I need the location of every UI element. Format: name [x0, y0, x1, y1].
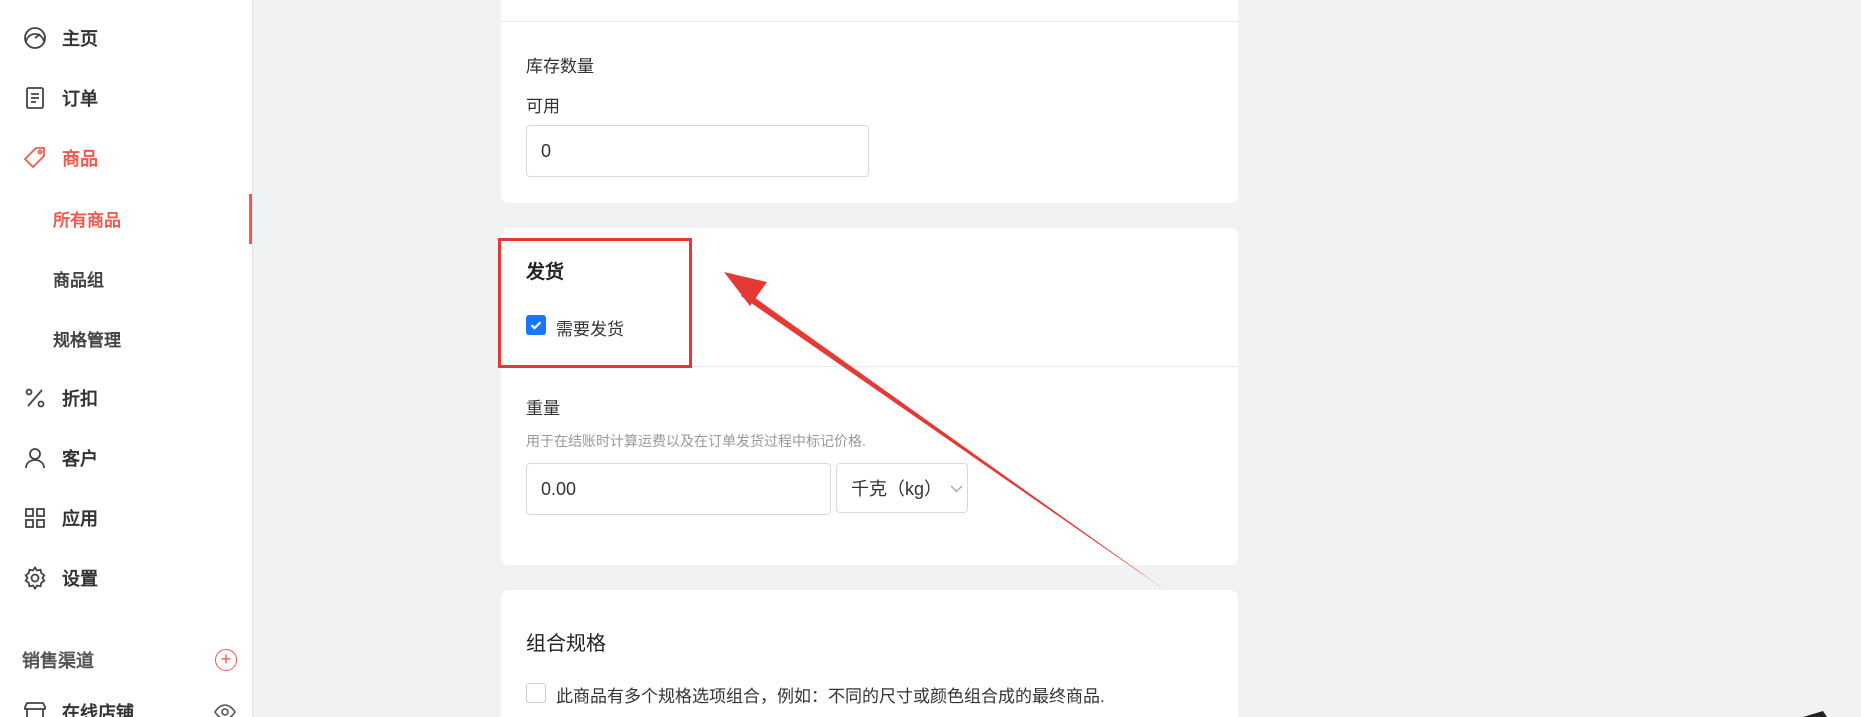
- annotation-highlight-box: [498, 238, 692, 368]
- weight-title: 重量: [526, 399, 560, 418]
- sidebar-item-discounts[interactable]: 折扣: [0, 378, 252, 418]
- eye-icon[interactable]: [213, 700, 237, 717]
- sidebar-item-products[interactable]: 商品: [0, 138, 252, 178]
- sales-channels-title: 销售渠道: [22, 651, 94, 671]
- inventory-title: 库存数量: [526, 57, 594, 76]
- sidebar-subitem-product-groups[interactable]: 商品组: [0, 258, 252, 298]
- sidebar-item-label: 主页: [62, 29, 98, 49]
- sidebar-item-label: 折扣: [62, 389, 98, 409]
- user-icon: [22, 445, 48, 471]
- add-channel-icon[interactable]: +: [215, 649, 237, 671]
- dashboard-icon: [22, 25, 48, 51]
- variants-title: 组合规格: [526, 633, 606, 655]
- sidebar-subitem-spec-management[interactable]: 规格管理: [0, 318, 252, 358]
- sidebar-item-label: 商品: [62, 149, 98, 169]
- available-quantity-input[interactable]: [526, 125, 869, 177]
- sidebar-item-label: 客户: [62, 449, 98, 469]
- inventory-card: 库存数量 可用: [501, 0, 1238, 203]
- sidebar-item-settings[interactable]: 设置: [0, 558, 252, 598]
- divider: [501, 21, 1238, 22]
- apps-icon: [22, 505, 48, 531]
- sidebar: 主页 订单 商品 所有商品 商品组 规格管理 折扣 客户 应用 设置 销售渠道 …: [0, 0, 253, 717]
- multiple-variants-label: 此商品有多个规格选项组合，例如：不同的尺寸或颜色组合成的最终商品.: [556, 687, 1105, 706]
- percent-icon: [22, 385, 48, 411]
- store-icon: [24, 702, 46, 717]
- sidebar-subitem-all-products[interactable]: 所有商品: [0, 198, 252, 238]
- variants-card: 组合规格 此商品有多个规格选项组合，例如：不同的尺寸或颜色组合成的最终商品.: [501, 590, 1238, 717]
- sidebar-subitem-label: 商品组: [53, 270, 104, 290]
- order-icon: [22, 85, 48, 111]
- sidebar-item-home[interactable]: 主页: [0, 18, 252, 58]
- sidebar-item-online-store[interactable]: 在线店铺: [22, 697, 237, 717]
- sales-channels-header: 销售渠道 +: [22, 645, 237, 675]
- weight-unit-value: 千克（kg）: [851, 479, 943, 499]
- sidebar-subitem-label: 规格管理: [53, 330, 121, 350]
- online-store-label: 在线店铺: [62, 703, 134, 717]
- sidebar-item-orders[interactable]: 订单: [0, 78, 252, 118]
- sidebar-item-customers[interactable]: 客户: [0, 438, 252, 478]
- active-indicator: [249, 194, 252, 244]
- tag-icon: [22, 145, 48, 171]
- sidebar-item-label: 订单: [62, 89, 98, 109]
- weight-hint: 用于在结账时计算运费以及在订单发货过程中标记价格.: [526, 433, 866, 449]
- sidebar-item-label: 设置: [62, 569, 98, 589]
- weight-input[interactable]: [526, 463, 831, 515]
- sidebar-item-label: 应用: [62, 509, 98, 529]
- weight-unit-select[interactable]: 千克（kg）: [836, 463, 968, 513]
- gear-icon: [22, 565, 48, 591]
- multiple-variants-checkbox[interactable]: [526, 683, 546, 703]
- available-label: 可用: [526, 97, 560, 116]
- sidebar-subitem-label: 所有商品: [53, 210, 121, 230]
- sidebar-item-apps[interactable]: 应用: [0, 498, 252, 538]
- chevron-down-icon: [950, 480, 963, 496]
